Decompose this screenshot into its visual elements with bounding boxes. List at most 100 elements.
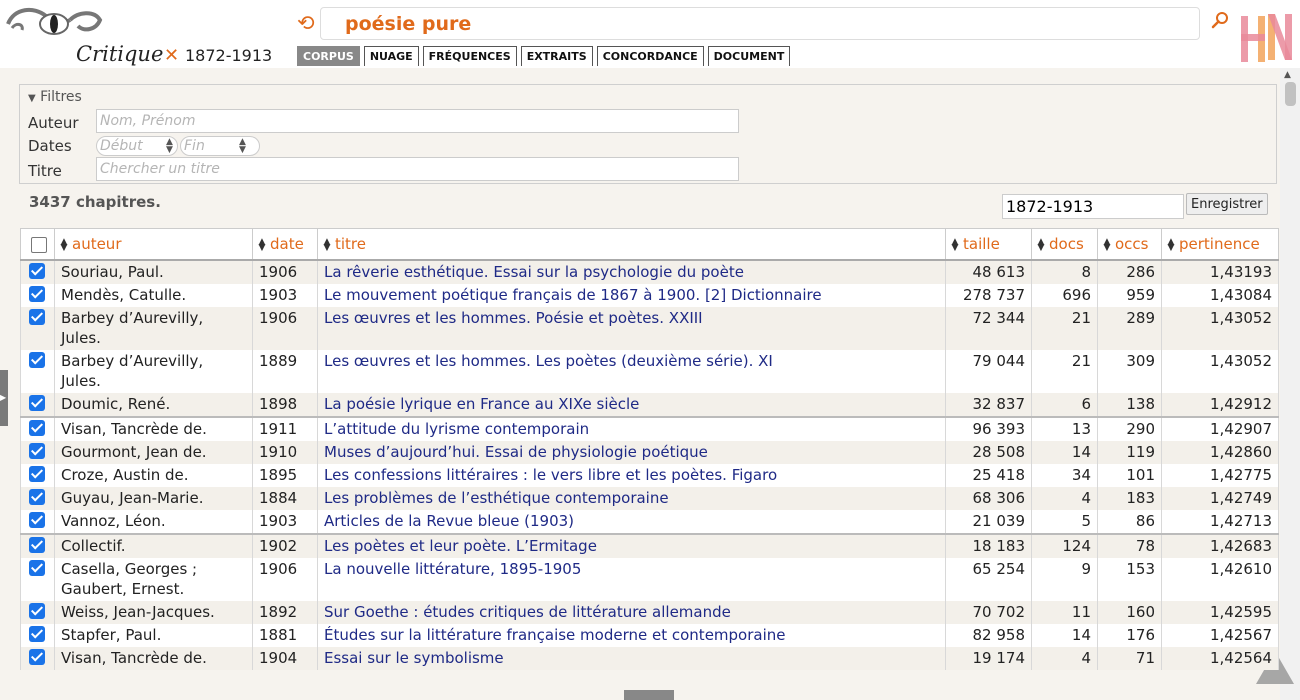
col-header-docs[interactable]: ▲ ▼ docs: [1031, 228, 1098, 261]
title-link[interactable]: Les confessions littéraires : le vers li…: [324, 466, 777, 484]
bottom-panel-toggle[interactable]: [624, 690, 674, 700]
save-button[interactable]: Enregistrer: [1186, 193, 1268, 215]
title-link[interactable]: Sur Goethe : études critiques de littéra…: [324, 603, 731, 621]
title-link[interactable]: Les problèmes de l’esthétique contempora…: [324, 489, 669, 507]
cell-taille: 79 044: [945, 350, 1032, 393]
title-link[interactable]: Les poètes et leur poète. L’Ermitage: [324, 537, 597, 555]
cell-docs: 9: [1031, 558, 1098, 601]
table-row[interactable]: Souriau, Paul. 1906 La rêverie esthétique.…: [20, 260, 1279, 284]
cell-titre: Le mouvement poétique français de 1867 à…: [317, 284, 946, 307]
col-header-taille[interactable]: ▲ ▼ taille: [945, 228, 1032, 261]
table-row[interactable]: Casella, Georges ; Gaubert, Ernest. 1906 L…: [20, 558, 1279, 601]
cell-occs: 183: [1097, 487, 1162, 510]
col-header-occs-label: occs: [1115, 235, 1149, 253]
cell-date: 1903: [252, 510, 318, 534]
title-link[interactable]: La nouvelle littérature, 1895-1905: [324, 560, 581, 578]
cell-occs: 176: [1097, 624, 1162, 647]
save-name-input[interactable]: [1002, 194, 1184, 219]
tab-nuage[interactable]: NUAGE: [363, 46, 419, 66]
left-panel-toggle[interactable]: ▶: [0, 370, 8, 426]
row-checkbox[interactable]: [29, 443, 45, 459]
auteur-input[interactable]: [96, 109, 739, 133]
cell-titre: Sur Goethe : études critiques de littéra…: [317, 601, 946, 624]
row-checkbox[interactable]: [29, 263, 45, 279]
select-all-checkbox[interactable]: [31, 236, 47, 253]
scroll-up-icon[interactable]: ▲: [1284, 70, 1291, 80]
row-checkbox[interactable]: [29, 649, 45, 665]
query-input[interactable]: [320, 7, 1200, 40]
col-header-pertinence[interactable]: ▲ ▼ pertinence: [1161, 228, 1279, 261]
title-link[interactable]: La poésie lyrique en France au XIXe sièc…: [324, 395, 639, 413]
table-row[interactable]: Gourmont, Jean de. 1910 Muses d’aujourd’hu…: [20, 441, 1279, 464]
cell-pertinence: 1,42907: [1161, 416, 1279, 441]
close-corpus-icon[interactable]: ✕: [164, 46, 179, 66]
title-link[interactable]: Articles de la Revue bleue (1903): [324, 512, 574, 530]
cell-taille: 72 344: [945, 307, 1032, 350]
cell-date: 1881: [252, 624, 318, 647]
tab-document[interactable]: DOCUMENT: [707, 46, 791, 66]
scrollbar[interactable]: [1280, 68, 1300, 700]
row-checkbox[interactable]: [29, 352, 45, 368]
cell-auteur: Weiss, Jean-Jacques.: [54, 601, 253, 624]
col-header-titre[interactable]: ▲ ▼ titre: [317, 228, 946, 261]
title-link[interactable]: Études sur la littérature française mode…: [324, 626, 786, 644]
tab-concordance[interactable]: CONCORDANCE: [596, 46, 704, 66]
table-row[interactable]: Barbey d’Aurevilly, Jules. 1906 Les œuvres…: [20, 307, 1279, 350]
reset-icon[interactable]: ⟲: [297, 11, 315, 35]
row-checkbox-cell: [20, 350, 55, 393]
title-link[interactable]: Essai sur le symbolisme: [324, 649, 504, 667]
col-header-occs[interactable]: ▲ ▼ occs: [1097, 228, 1162, 261]
date-fin-stepper-icon[interactable]: ▲ ▼: [239, 138, 246, 155]
title-link[interactable]: Les œuvres et les hommes. Les poètes (de…: [324, 352, 773, 370]
col-header-auteur[interactable]: ▲ ▼ auteur: [54, 228, 253, 261]
row-checkbox[interactable]: [29, 286, 45, 302]
cell-auteur: Mendès, Catulle.: [54, 284, 253, 307]
row-checkbox[interactable]: [29, 309, 45, 325]
scrollbar-thumb[interactable]: [1285, 82, 1296, 106]
title-link[interactable]: Les œuvres et les hommes. Poésie et poèt…: [324, 309, 703, 327]
cell-docs: 13: [1031, 416, 1098, 441]
col-header-titre-label: titre: [335, 235, 366, 253]
cell-occs: 286: [1097, 260, 1162, 284]
title-link[interactable]: Le mouvement poétique français de 1867 à…: [324, 286, 822, 304]
table-row[interactable]: Visan, Tancrède de. 1911 L’attitude du lyr…: [20, 416, 1279, 441]
hn-logo-icon[interactable]: [1238, 10, 1294, 64]
cell-pertinence: 1,42564: [1161, 647, 1279, 670]
row-checkbox[interactable]: [29, 420, 45, 436]
title-link[interactable]: L’attitude du lyrisme contemporain: [324, 420, 589, 438]
row-checkbox[interactable]: [29, 626, 45, 642]
table-row[interactable]: Mendès, Catulle. 1903 Le mouvement poétiqu…: [20, 284, 1279, 307]
tab-frequences[interactable]: FRÉQUENCES: [422, 46, 517, 66]
tab-extraits[interactable]: EXTRAITS: [520, 46, 593, 66]
table-row[interactable]: Doumic, René. 1898 La poésie lyrique en Fr…: [20, 393, 1279, 417]
cell-docs: 21: [1031, 307, 1098, 350]
row-checkbox-cell: [20, 260, 55, 284]
row-checkbox[interactable]: [29, 537, 45, 553]
table-row[interactable]: Guyau, Jean-Marie. 1884 Les problèmes de l…: [20, 487, 1279, 510]
cell-taille: 21 039: [945, 510, 1032, 534]
eye-logo-icon[interactable]: [4, 2, 104, 42]
row-checkbox[interactable]: [29, 395, 45, 411]
table-row[interactable]: Collectif. 1902 Les poètes et leur poète. …: [20, 533, 1279, 558]
row-checkbox[interactable]: [29, 603, 45, 619]
date-fin-input[interactable]: [180, 136, 260, 156]
search-icon[interactable]: [1211, 11, 1229, 29]
table-row[interactable]: Vannoz, Léon. 1903 Articles de la Revue bl…: [20, 510, 1279, 534]
titre-input[interactable]: [96, 157, 739, 181]
table-row[interactable]: Barbey d’Aurevilly, Jules. 1889 Les œuvres…: [20, 350, 1279, 393]
table-row[interactable]: Croze, Austin de. 1895 Les confessions lit…: [20, 464, 1279, 487]
filters-toggle[interactable]: ▼ Filtres: [28, 89, 82, 105]
row-checkbox[interactable]: [29, 489, 45, 505]
cell-auteur: Barbey d’Aurevilly, Jules.: [54, 307, 253, 350]
date-debut-stepper-icon[interactable]: ▲ ▼: [166, 138, 173, 155]
col-header-date[interactable]: ▲ ▼ date: [252, 228, 318, 261]
row-checkbox[interactable]: [29, 466, 45, 482]
title-link[interactable]: Muses d’aujourd’hui. Essai de physiologi…: [324, 443, 708, 461]
row-checkbox[interactable]: [29, 512, 45, 528]
table-row[interactable]: Visan, Tancrède de. 1904 Essai sur le symb…: [20, 647, 1279, 670]
table-row[interactable]: Stapfer, Paul. 1881 Études sur la littérat…: [20, 624, 1279, 647]
table-row[interactable]: Weiss, Jean-Jacques. 1892 Sur Goethe : étu…: [20, 601, 1279, 624]
title-link[interactable]: La rêverie esthétique. Essai sur la psyc…: [324, 263, 744, 281]
tab-corpus[interactable]: CORPUS: [297, 46, 360, 66]
row-checkbox[interactable]: [29, 560, 45, 576]
